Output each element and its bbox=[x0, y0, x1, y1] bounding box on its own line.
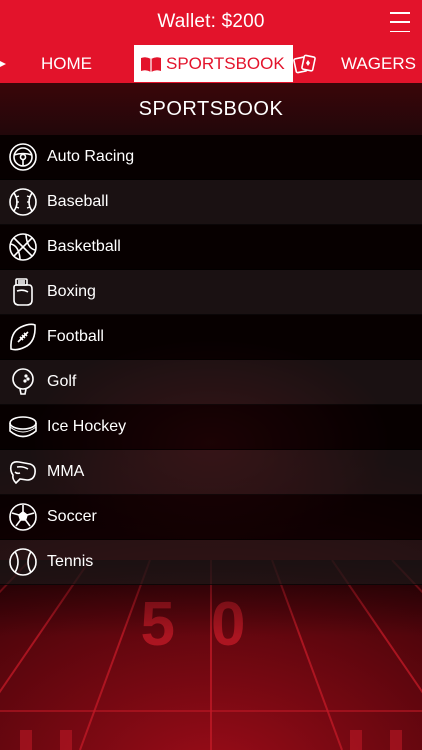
page-title: SPORTSBOOK bbox=[0, 83, 422, 135]
sport-label: Football bbox=[47, 328, 104, 345]
tab-wagers[interactable]: WAGERS bbox=[293, 45, 416, 82]
sport-label: Boxing bbox=[47, 283, 96, 300]
mma-glove-icon bbox=[8, 457, 38, 487]
sport-row-ice-hockey[interactable]: Ice Hockey bbox=[0, 405, 422, 450]
sport-label: Soccer bbox=[47, 508, 97, 525]
sport-label: Basketball bbox=[47, 238, 121, 255]
sport-row-football[interactable]: Football bbox=[0, 315, 422, 360]
steering-wheel-icon bbox=[8, 142, 38, 172]
boxing-glove-icon bbox=[8, 277, 38, 307]
sport-row-mma[interactable]: MMA bbox=[0, 450, 422, 495]
sport-label: Baseball bbox=[47, 193, 109, 210]
football-icon bbox=[8, 322, 38, 352]
basketball-icon bbox=[8, 232, 38, 262]
sport-label: Auto Racing bbox=[47, 148, 135, 165]
sport-row-basketball[interactable]: Basketball bbox=[0, 225, 422, 270]
hockey-puck-icon bbox=[8, 412, 38, 442]
baseball-icon bbox=[8, 187, 38, 217]
playing-cards-icon bbox=[293, 54, 317, 74]
wallet-balance: Wallet: $200 bbox=[157, 11, 265, 32]
sport-label: Ice Hockey bbox=[47, 418, 127, 435]
hamburger-menu-icon[interactable] bbox=[390, 12, 410, 32]
football-field-graphic: 50 bbox=[0, 560, 422, 750]
golf-ball-icon bbox=[8, 367, 38, 397]
sport-label: Tennis bbox=[47, 553, 94, 570]
tab-home-label: HOME bbox=[41, 53, 92, 73]
open-book-icon bbox=[140, 55, 162, 73]
tab-sportsbook-label: SPORTSBOOK bbox=[166, 53, 285, 73]
sport-row-baseball[interactable]: Baseball bbox=[0, 180, 422, 225]
tab-wagers-label: WAGERS bbox=[341, 53, 416, 73]
sport-label: Golf bbox=[47, 373, 77, 390]
tab-sportsbook[interactable]: SPORTSBOOK bbox=[134, 45, 293, 82]
tennis-ball-icon bbox=[8, 547, 38, 577]
sports-list: Auto Racing Baseball Basketball Boxing F… bbox=[0, 135, 422, 585]
top-bar: Wallet: $200 bbox=[0, 0, 422, 44]
tab-home[interactable]: HOME bbox=[41, 45, 92, 82]
sport-label: MMA bbox=[47, 463, 85, 480]
main-nav: HOME SPORTSBOOK WAGERS bbox=[0, 44, 422, 83]
sport-row-boxing[interactable]: Boxing bbox=[0, 270, 422, 315]
sport-row-soccer[interactable]: Soccer bbox=[0, 495, 422, 540]
sport-row-golf[interactable]: Golf bbox=[0, 360, 422, 405]
sport-row-auto-racing[interactable]: Auto Racing bbox=[0, 135, 422, 180]
sport-row-tennis[interactable]: Tennis bbox=[0, 540, 422, 585]
soccer-ball-icon bbox=[8, 502, 38, 532]
nav-home-partial-icon[interactable] bbox=[0, 45, 6, 82]
